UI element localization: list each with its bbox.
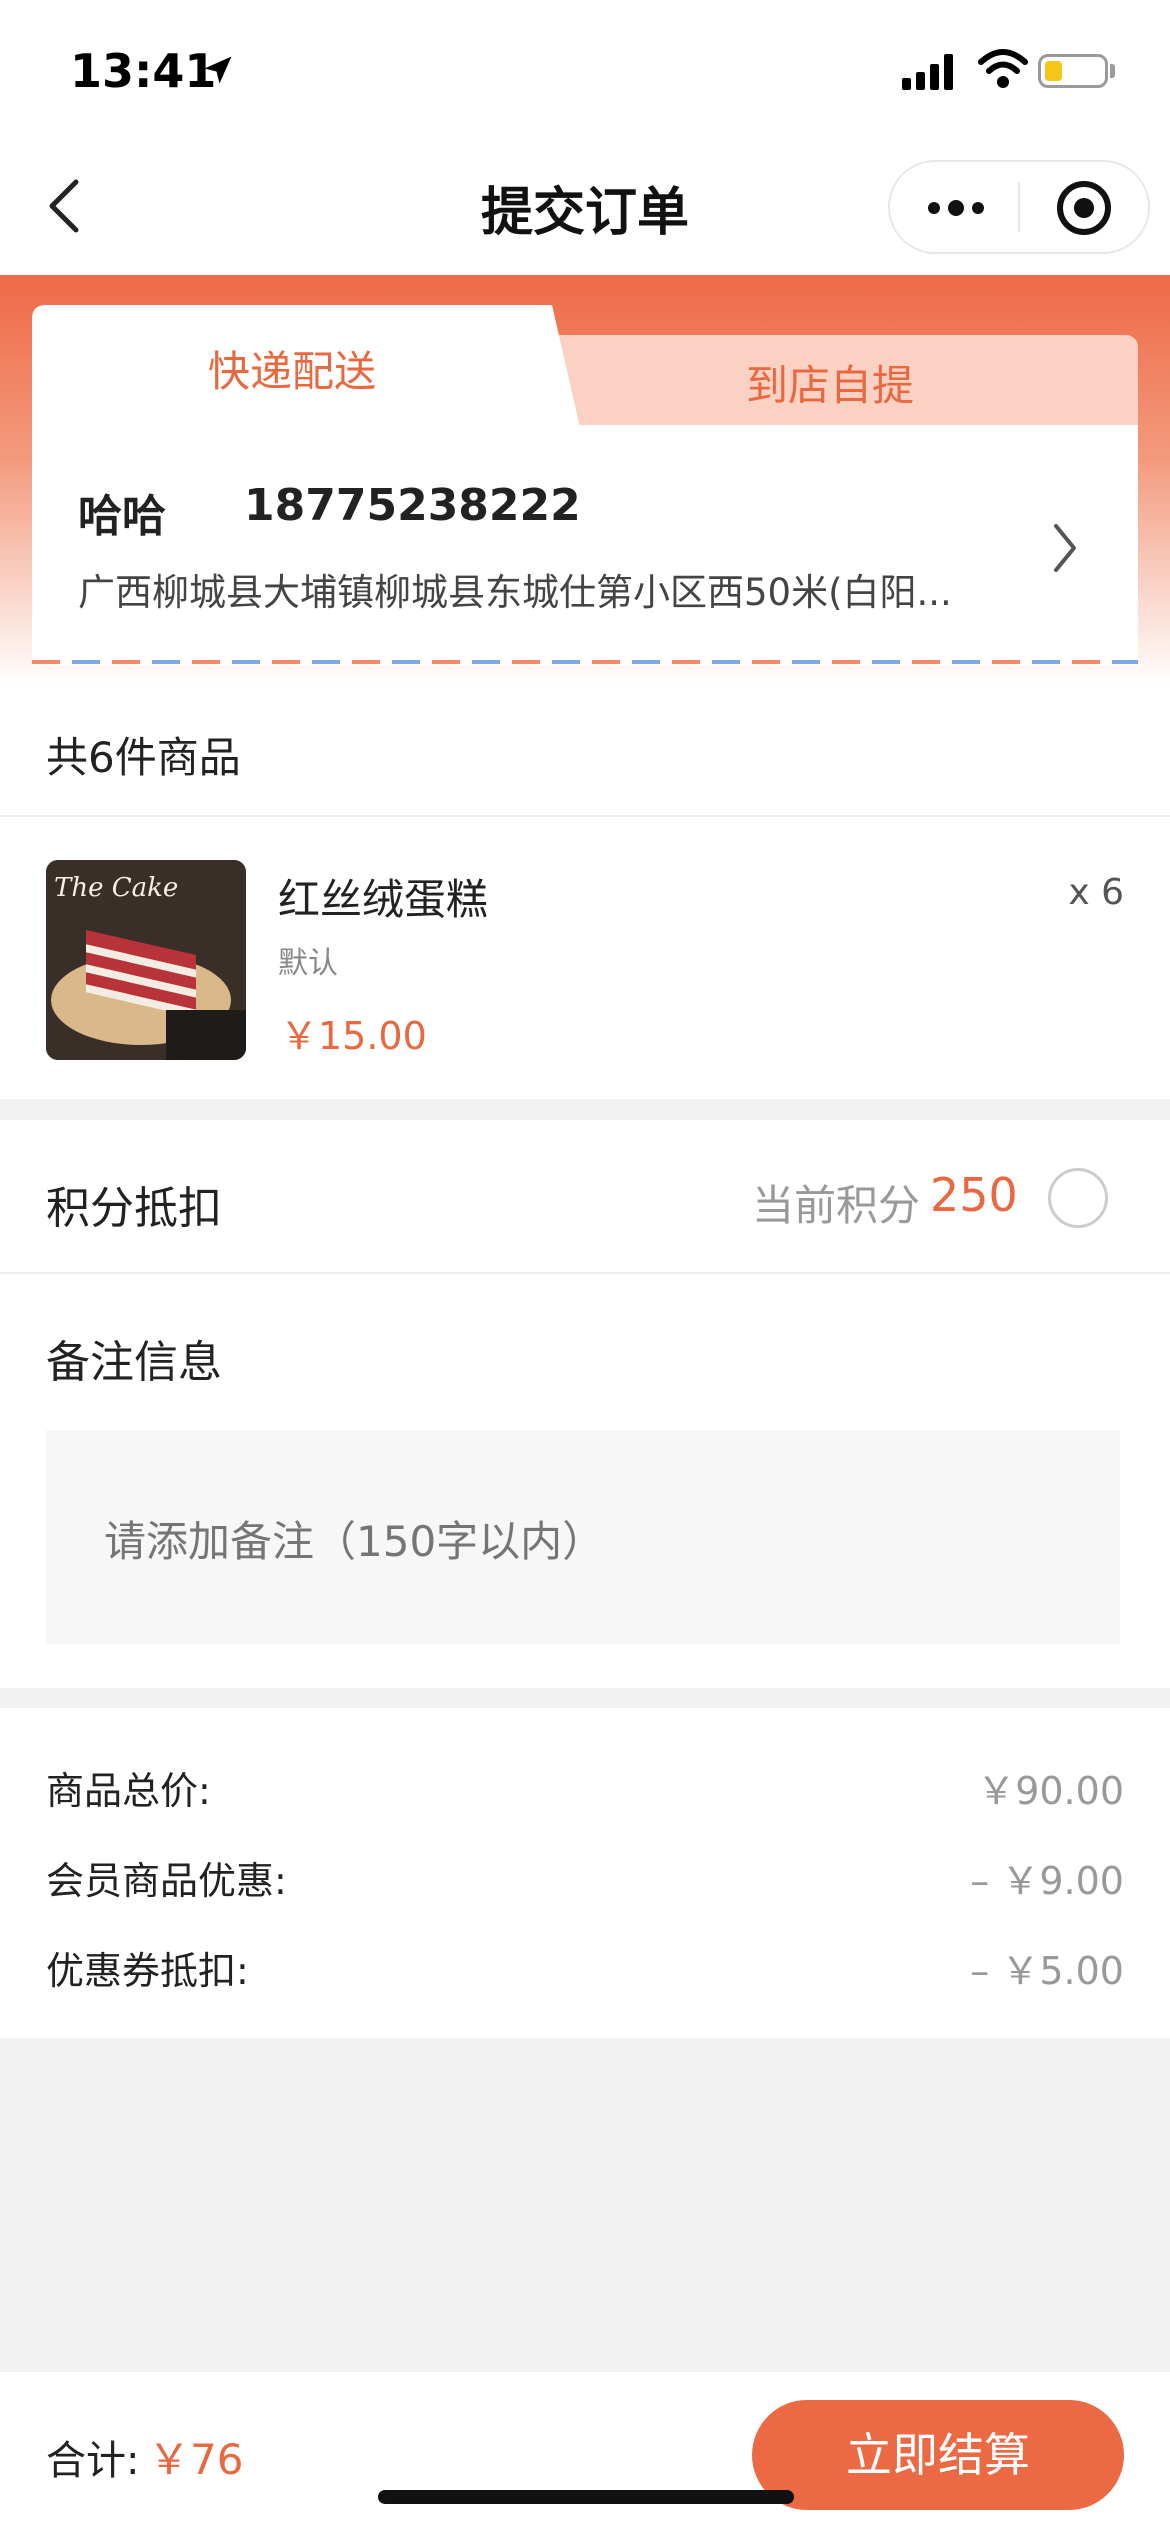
chevron-right-icon[interactable] — [1050, 520, 1080, 580]
status-time: 13:41 — [70, 44, 217, 98]
battery-tip — [1110, 64, 1115, 78]
remark-label: 备注信息 — [46, 1337, 222, 1388]
remark-input[interactable] — [46, 1430, 1120, 1644]
product-price: ￥15.00 — [280, 1014, 427, 1058]
subtotal-label: 商品总价: — [46, 1769, 211, 1813]
location-arrow-icon — [200, 52, 236, 92]
total-value: ￥76 — [148, 2435, 244, 2484]
total-label: 合计: — [46, 2438, 140, 2484]
address-card[interactable] — [32, 425, 1138, 665]
tab-express-delivery-label[interactable]: 快递配送 — [32, 338, 552, 399]
close-miniprogram-icon[interactable] — [1054, 178, 1114, 242]
wifi-icon — [978, 48, 1028, 94]
recipient-address: 广西柳城县大埔镇柳城县东城仕第小区西50米(白阳... — [78, 571, 952, 614]
points-deduction-radio[interactable] — [1048, 1168, 1108, 1228]
product-thumbnail: The Cake — [46, 860, 246, 1060]
envelope-stripe-divider — [32, 660, 1138, 664]
subtotal-value: ￥90.00 — [977, 1769, 1124, 1813]
product-quantity: x 6 — [1068, 872, 1124, 913]
recipient-phone: 18775238222 — [244, 480, 581, 531]
current-points-value: 250 — [930, 1168, 1018, 1222]
more-dots-icon[interactable] — [926, 196, 986, 224]
checkout-button[interactable]: 立即结算 — [752, 2400, 1124, 2510]
product-spec: 默认 — [278, 946, 338, 981]
member-discount-value: – ￥9.00 — [970, 1859, 1124, 1903]
member-discount-label: 会员商品优惠: — [46, 1859, 287, 1903]
cellular-signal-icon — [902, 52, 962, 96]
coupon-discount-label: 优惠券抵扣: — [46, 1949, 249, 1993]
recipient-name: 哈哈 — [78, 491, 166, 542]
product-thumbnail-caption: The Cake — [54, 873, 178, 903]
product-name: 红丝绒蛋糕 — [278, 875, 489, 924]
capsule-divider — [1018, 182, 1020, 232]
current-points-label: 当前积分 — [752, 1181, 921, 1230]
battery-level — [1045, 61, 1062, 81]
points-deduction-label: 积分抵扣 — [46, 1183, 222, 1234]
home-indicator — [378, 2490, 794, 2504]
tab-store-pickup-label[interactable]: 到店自提 — [640, 352, 1020, 413]
goods-count: 共6件商品 — [46, 733, 241, 782]
coupon-discount-value: – ￥5.00 — [970, 1949, 1124, 1993]
battery-icon — [1038, 54, 1108, 88]
